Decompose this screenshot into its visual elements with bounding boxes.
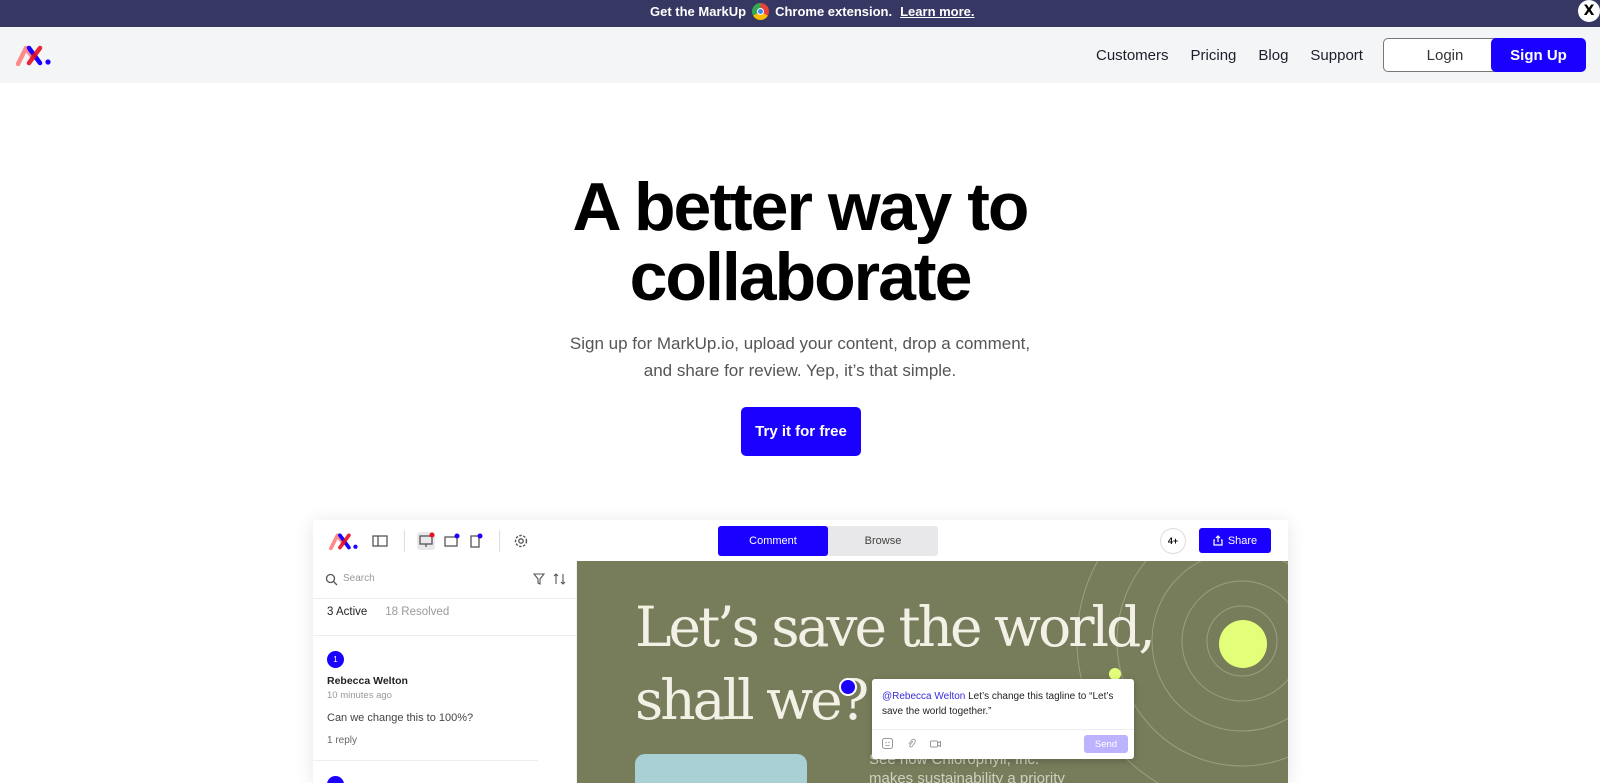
search-placeholder: Search: [343, 573, 375, 584]
comment-tabs: 3 Active 18 Resolved: [327, 606, 449, 636]
comment-author: Rebecca Welton: [327, 675, 408, 687]
promo-message: Get the MarkUp Chrome extension. Learn m…: [650, 0, 975, 22]
comments-sidebar: Search 3 Active 18 Resolved 1 Rebecca We…: [313, 561, 577, 783]
comment-pin[interactable]: [839, 678, 857, 696]
more-collaborators-badge[interactable]: 4+: [1160, 528, 1186, 554]
gear-icon[interactable]: [512, 532, 530, 550]
app-preview: Comment Browse 4+ Share Search 3 Active …: [313, 520, 1288, 783]
popup-message: @Rebecca Welton Let’s change this taglin…: [882, 689, 1127, 719]
canvas-headline-line-1: Let’s save the world,: [635, 595, 1156, 659]
attachment-icon[interactable]: [906, 738, 917, 749]
nav-link-customers[interactable]: Customers: [1096, 47, 1169, 64]
promo-suffix: Chrome extension.: [775, 3, 893, 19]
chrome-icon: [752, 2, 770, 20]
close-banner-button[interactable]: X: [1578, 0, 1600, 22]
login-button[interactable]: Login: [1383, 38, 1507, 72]
nav-links: Customers Pricing Blog Support: [1096, 27, 1385, 83]
search-icon: [325, 573, 338, 586]
tab-active[interactable]: 3 Active: [327, 606, 368, 636]
promo-banner: Get the MarkUp Chrome extension. Learn m…: [0, 0, 1600, 27]
canvas-headline-line-2: shall we?: [635, 668, 869, 732]
top-navigation: Customers Pricing Blog Support Login Sig…: [0, 27, 1600, 83]
sidebar-toggle-icon[interactable]: [371, 532, 389, 550]
promo-prefix: Get the MarkUp: [650, 3, 747, 19]
popup-divider: [872, 729, 1134, 730]
sort-icon[interactable]: [553, 573, 566, 585]
hero-subtitle: Sign up for MarkUp.io, upload your conte…: [0, 330, 1600, 384]
app-toolbar: Comment Browse 4+ Share: [313, 520, 1288, 561]
share-icon: [1213, 535, 1223, 546]
comment-mode-tab[interactable]: Comment: [718, 526, 828, 556]
comment-text[interactable]: Can we change this to 100%?: [327, 712, 473, 724]
comment-number-badge[interactable]: [327, 776, 344, 783]
filter-icon[interactable]: [533, 573, 545, 585]
comment-timestamp: 10 minutes ago: [327, 690, 392, 701]
hero-title: A better way to collaborate: [0, 172, 1600, 312]
comment-search[interactable]: Search: [313, 561, 577, 599]
nav-link-pricing[interactable]: Pricing: [1191, 47, 1237, 64]
share-button[interactable]: Share: [1199, 528, 1271, 553]
comment-number-badge[interactable]: 1: [327, 651, 344, 668]
nav-link-blog[interactable]: Blog: [1258, 47, 1288, 64]
mode-switch: Comment Browse: [718, 526, 938, 556]
try-free-button[interactable]: Try it for free: [741, 407, 861, 456]
lime-circle-graphic: [1219, 620, 1267, 668]
emoji-icon[interactable]: [882, 738, 893, 749]
popup-mention[interactable]: @Rebecca Welton: [882, 691, 965, 702]
desktop-view-icon[interactable]: [417, 532, 435, 550]
hero-subtitle-line-2: and share for review. Yep, it’s that sim…: [643, 361, 957, 380]
canvas-body-line-2: makes sustainability a priority: [869, 770, 1065, 783]
markup-logo[interactable]: [15, 44, 52, 71]
share-label: Share: [1227, 534, 1258, 547]
app-logo[interactable]: [329, 532, 359, 555]
hero-title-line-1: A better way to: [572, 169, 1030, 245]
markup-logo-icon: [15, 45, 51, 67]
video-icon[interactable]: [930, 738, 941, 749]
comment-replies-link[interactable]: 1 reply: [327, 735, 357, 746]
comment-divider: [313, 760, 538, 761]
send-button[interactable]: Send: [1084, 735, 1128, 753]
nav-link-support[interactable]: Support: [1310, 47, 1363, 64]
design-canvas: Let’s save the world, shall we? See how …: [577, 561, 1288, 783]
app-logo-icon: [329, 533, 358, 551]
tab-resolved[interactable]: 18 Resolved: [385, 606, 449, 636]
canvas-image-card: [635, 754, 807, 783]
sign-up-button[interactable]: Sign Up: [1491, 38, 1586, 72]
comment-popup: @Rebecca Welton Let’s change this taglin…: [872, 679, 1134, 759]
tablet-view-icon[interactable]: [442, 532, 460, 550]
hero-title-line-2: collaborate: [629, 239, 973, 315]
tabs-divider: [313, 635, 577, 636]
learn-more-link[interactable]: Learn more.: [900, 4, 974, 19]
browse-mode-tab[interactable]: Browse: [828, 526, 938, 556]
mobile-view-icon[interactable]: [466, 532, 484, 550]
hero-subtitle-line-1: Sign up for MarkUp.io, upload your conte…: [569, 334, 1031, 353]
toolbar-divider: [404, 530, 405, 552]
toolbar-divider: [499, 530, 500, 552]
